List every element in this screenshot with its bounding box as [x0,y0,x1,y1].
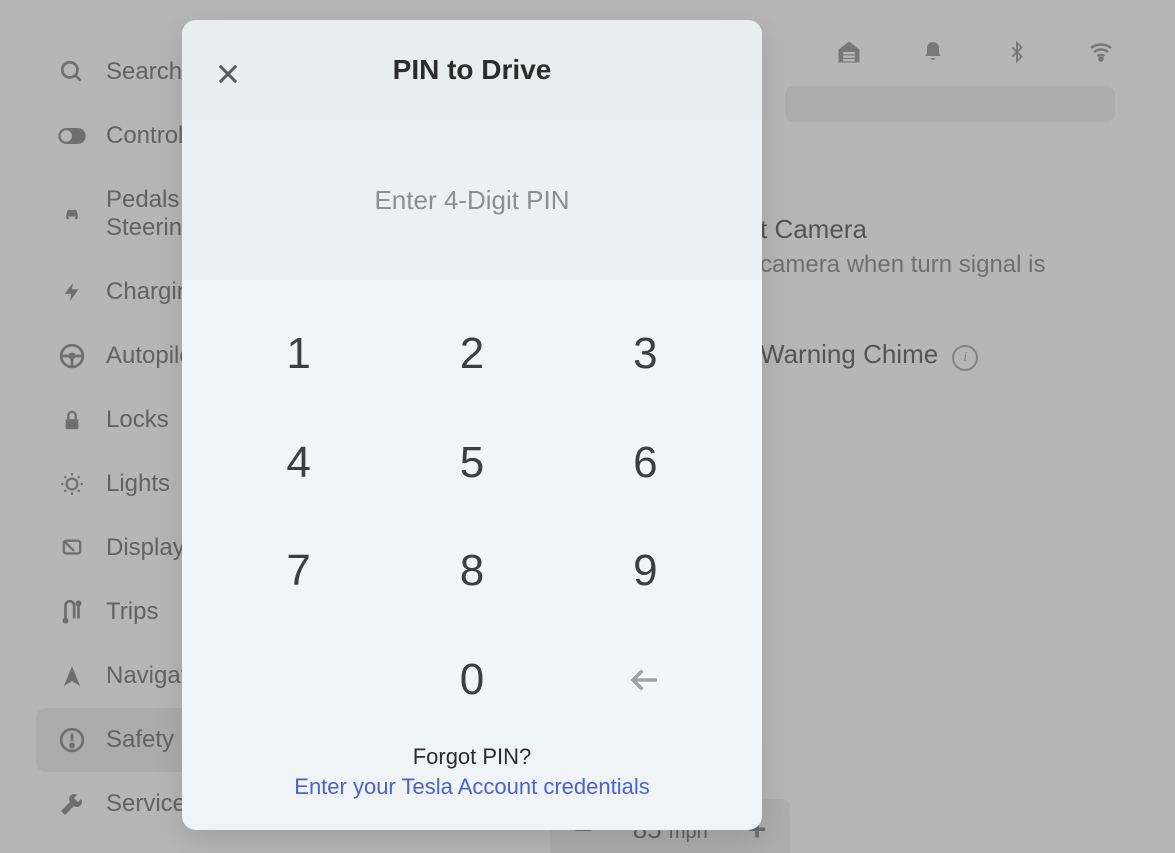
key-3[interactable]: 3 [589,310,702,399]
modal-footer: Forgot PIN? Enter your Tesla Account cre… [182,744,762,830]
close-button[interactable] [210,56,246,92]
key-1[interactable]: 1 [242,310,355,399]
modal-title: PIN to Drive [182,54,762,86]
key-8[interactable]: 8 [415,527,528,616]
modal-header: PIN to Drive [182,20,762,120]
key-0[interactable]: 0 [415,636,528,725]
key-9[interactable]: 9 [589,527,702,616]
modal-prompt: Enter 4-Digit PIN [182,120,762,280]
keypad: 1 2 3 4 5 6 7 8 9 0 [182,280,762,744]
key-4[interactable]: 4 [242,419,355,508]
key-backspace[interactable] [589,636,702,725]
key-6[interactable]: 6 [589,419,702,508]
key-2[interactable]: 2 [415,310,528,399]
pin-modal: PIN to Drive Enter 4-Digit PIN 1 2 3 4 5… [182,20,762,830]
forgot-pin-text: Forgot PIN? [222,744,722,770]
forgot-pin-link[interactable]: Enter your Tesla Account credentials [222,774,722,800]
key-5[interactable]: 5 [415,419,528,508]
key-7[interactable]: 7 [242,527,355,616]
